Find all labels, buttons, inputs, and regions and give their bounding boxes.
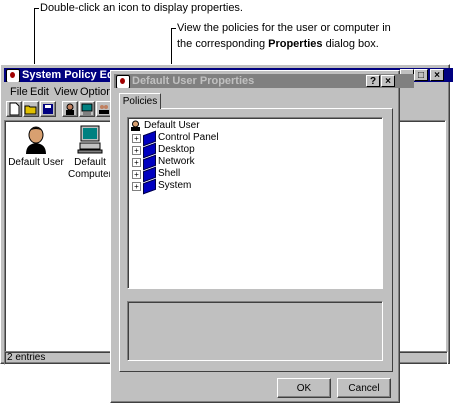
help-button[interactable]: ? [366, 75, 380, 87]
user-small-icon [131, 120, 140, 131]
tree-item-label: Network [158, 156, 195, 167]
default-user-item[interactable]: Default User [5, 123, 67, 169]
tree-item-network[interactable]: + Network [132, 154, 252, 171]
dialog-title: Default User Properties [132, 75, 255, 87]
expand-icon[interactable]: + [132, 158, 141, 167]
tree-item-system[interactable]: + System [132, 178, 252, 195]
tree-item-shell[interactable]: + Shell [132, 166, 252, 183]
expand-icon[interactable]: + [132, 182, 141, 191]
menu-file[interactable]: File [10, 84, 28, 100]
policies-panel: Default User + Control Panel + Desktop +… [119, 108, 393, 372]
add-computer-button[interactable] [79, 101, 95, 117]
callout-2-line2: the corresponding Properties dialog box. [177, 38, 379, 50]
default-user-label: Default User [8, 157, 64, 168]
add-user-button[interactable] [62, 101, 78, 117]
expand-icon[interactable]: + [132, 170, 141, 179]
save-button[interactable] [40, 101, 56, 117]
status-text: 2 entries [7, 352, 46, 363]
default-user-properties-dialog: Default User Properties ? × Policies Def… [110, 70, 414, 403]
add-group-icon [99, 105, 109, 114]
new-file-button[interactable] [6, 101, 22, 117]
app-icon [6, 69, 20, 82]
tree-item-label: Control Panel [158, 132, 219, 143]
tree-item-label: Shell [158, 168, 181, 179]
menu-edit[interactable]: Edit [30, 84, 49, 100]
maximize-button[interactable]: □ [414, 69, 428, 81]
expand-icon[interactable]: + [132, 146, 141, 155]
callout-2-line1: View the policies for the user or comput… [177, 22, 391, 34]
tree-root-label: Default User [144, 120, 200, 131]
add-computer-icon [81, 103, 93, 115]
callout-1-text: Double-click an icon to display properti… [40, 2, 243, 14]
tree-item-desktop[interactable]: + Desktop [132, 142, 252, 159]
new-file-icon [9, 102, 20, 116]
add-user-icon [66, 103, 74, 115]
dialog-close-button[interactable]: × [381, 75, 395, 87]
open-folder-icon [24, 105, 37, 115]
dialog-title-bar[interactable]: Default User Properties ? × [114, 74, 414, 88]
tree-item-control-panel[interactable]: + Control Panel [132, 130, 252, 147]
tab-policies[interactable]: Policies [119, 93, 161, 109]
tree-item-label: Desktop [158, 144, 195, 155]
expand-icon[interactable]: + [132, 134, 141, 143]
open-file-button[interactable] [23, 101, 39, 117]
close-button[interactable]: × [430, 69, 444, 81]
computer-icon [77, 125, 103, 154]
tree-item-label: System [158, 180, 192, 191]
cancel-button[interactable]: Cancel [337, 378, 391, 398]
book-icon [143, 178, 156, 195]
menu-view[interactable]: View [54, 84, 78, 100]
dialog-app-icon [116, 75, 130, 88]
ok-button[interactable]: OK [277, 378, 331, 398]
user-head-icon [26, 126, 46, 154]
policy-tree: Default User + Control Panel + Desktop +… [127, 117, 383, 289]
policy-description-box [127, 301, 383, 361]
save-disk-icon [43, 104, 53, 114]
